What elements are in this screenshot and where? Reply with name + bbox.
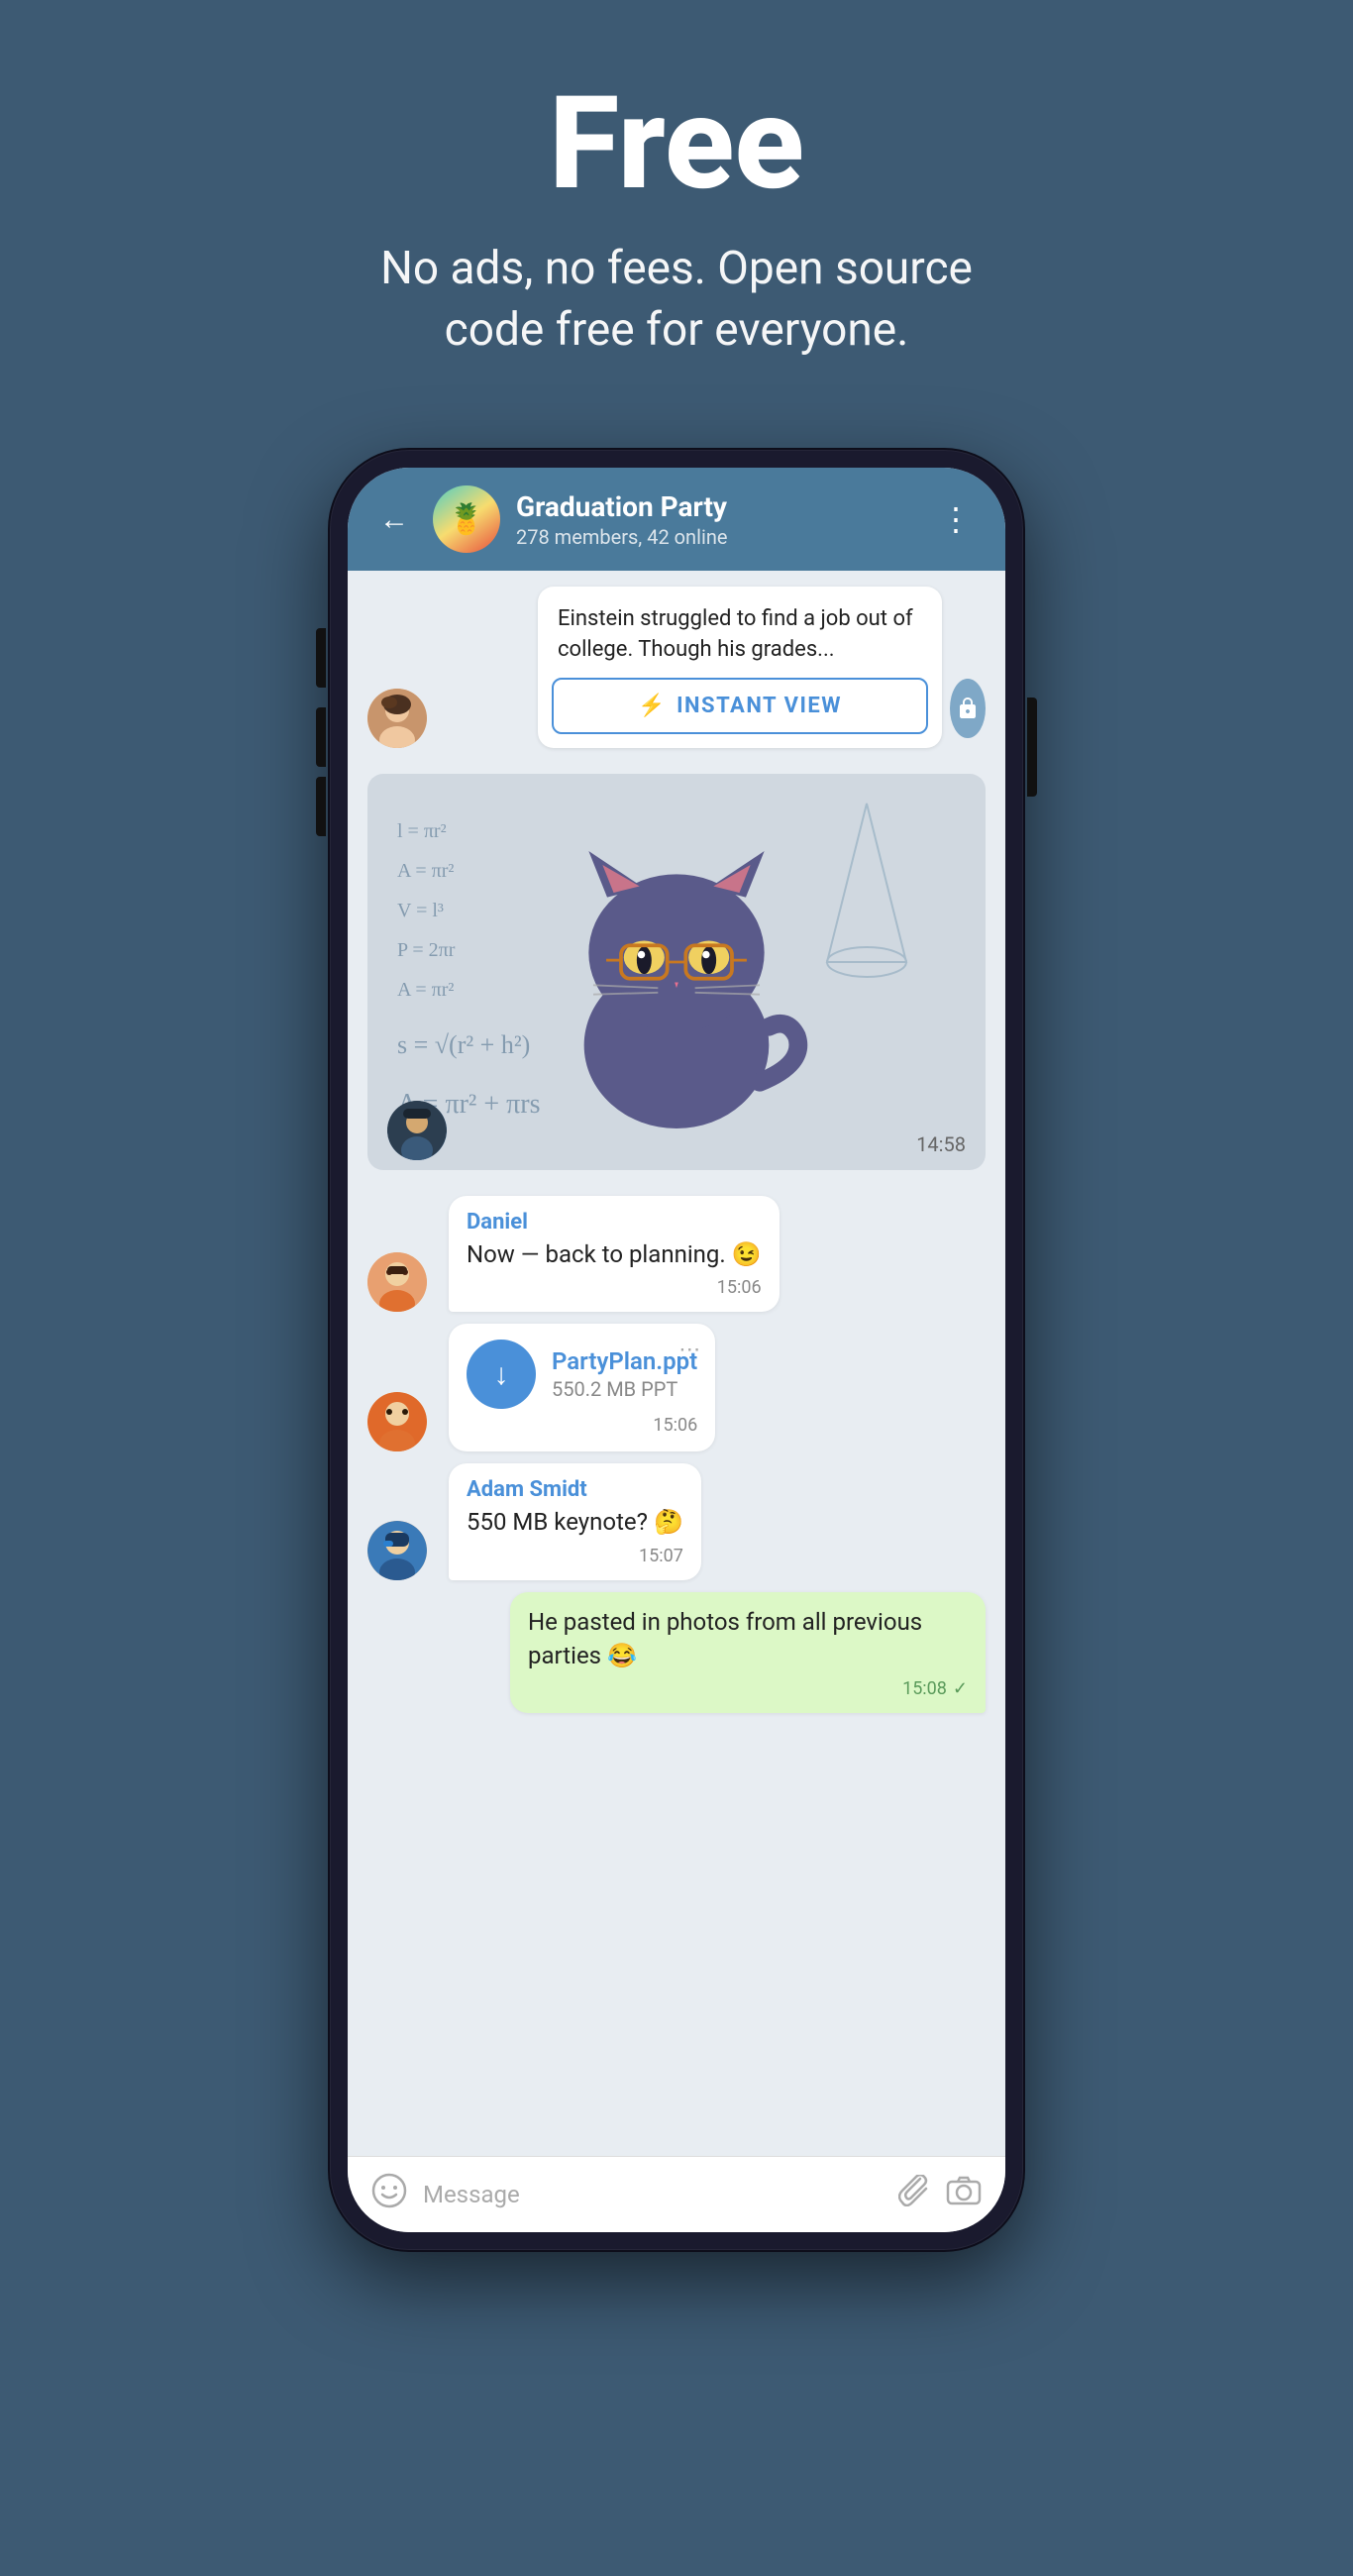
daniel-avatar (367, 1252, 427, 1312)
outgoing-message-time: 15:08 (902, 1678, 947, 1699)
group-avatar: 🍍 (433, 485, 500, 553)
file-sender-avatar (367, 1392, 427, 1451)
adam-avatar (367, 1521, 427, 1580)
daniel-message-bubble: Daniel Now — back to planning. 😉 15:06 (449, 1196, 780, 1313)
sticker-sender-avatar (387, 1101, 447, 1160)
input-bar: Message (348, 2156, 1005, 2232)
outgoing-message-bubble: He pasted in photos from all previous pa… (510, 1592, 986, 1713)
instant-view-button[interactable]: ⚡ INSTANT VIEW (552, 678, 928, 734)
check-mark-icon: ✓ (953, 1678, 968, 1699)
cat-sticker (538, 823, 815, 1121)
chat-body: Einstein struggled to find a job out of … (348, 571, 1005, 2156)
sticker-avatar-image (387, 1101, 447, 1160)
outgoing-message-text: He pasted in photos from all previous pa… (528, 1606, 968, 1672)
group-name: Graduation Party (516, 490, 916, 523)
file-menu-button[interactable]: ⋯ (678, 1338, 701, 1362)
sticker-area: l = πr² A = πr² V = l³ P = 2πr A = πr² s… (367, 774, 986, 1170)
adam-sender-name: Adam Smidt (467, 1477, 683, 1502)
daniel-avatar-image (367, 1252, 427, 1312)
message-row-daniel: Daniel Now — back to planning. 😉 15:06 (367, 1196, 986, 1313)
adam-message-text: 550 MB keynote? 🤔 (467, 1506, 683, 1540)
message-input[interactable]: Message (423, 2181, 883, 2208)
back-button[interactable]: ← (371, 498, 417, 541)
hero-section: Free No ads, no fees. Open sourcecode fr… (341, 0, 1012, 420)
sender-avatar-female (367, 689, 427, 748)
file-name: PartyPlan.ppt (552, 1347, 697, 1375)
outgoing-message-row: He pasted in photos from all previous pa… (367, 1592, 986, 1713)
article-text: Einstein struggled to find a job out of … (538, 587, 942, 678)
file-size: 550.2 MB PPT (552, 1377, 697, 1401)
group-avatar-image: 🍍 (433, 485, 500, 553)
daniel-sender-name: Daniel (467, 1210, 762, 1234)
adam-avatar-image (367, 1521, 427, 1580)
phone-outer: ← 🍍 Graduation Party 278 members, 42 onl… (330, 450, 1023, 2250)
daniel-message-time: 15:06 (717, 1277, 762, 1298)
attach-button[interactable] (898, 2175, 930, 2214)
avatar-image (367, 689, 427, 748)
hero-subtitle: No ads, no fees. Open sourcecode free fo… (380, 238, 973, 361)
adam-message-time: 15:07 (639, 1546, 683, 1566)
header-menu-button[interactable]: ⋮ (932, 496, 982, 542)
article-message-row: Einstein struggled to find a job out of … (367, 587, 986, 748)
share-button[interactable] (950, 679, 986, 738)
adam-message-bubble: Adam Smidt 550 MB keynote? 🤔 15:07 (449, 1463, 701, 1580)
camera-button[interactable] (946, 2173, 982, 2216)
article-message: Einstein struggled to find a job out of … (538, 587, 942, 748)
file-info: PartyPlan.ppt 550.2 MB PPT (552, 1347, 697, 1401)
file-message-time: 15:06 (653, 1415, 697, 1436)
group-info: Graduation Party 278 members, 42 online (516, 490, 916, 549)
bolt-icon: ⚡ (638, 694, 667, 718)
group-members: 278 members, 42 online (516, 525, 916, 549)
phone-mockup: ← 🍍 Graduation Party 278 members, 42 onl… (330, 450, 1023, 2250)
emoji-button[interactable] (371, 2173, 407, 2216)
instant-view-label: INSTANT VIEW (676, 694, 842, 718)
file-download-button[interactable]: ↓ (467, 1340, 536, 1409)
phone-screen: ← 🍍 Graduation Party 278 members, 42 onl… (348, 468, 1005, 2232)
sticker-time: 14:58 (916, 1132, 966, 1156)
file-sender-avatar-image (367, 1392, 427, 1451)
chat-header: ← 🍍 Graduation Party 278 members, 42 onl… (348, 468, 1005, 571)
file-message-row: ⋯ ↓ PartyPlan.ppt 550.2 MB PPT 15:06 (367, 1324, 986, 1451)
hero-title: Free (380, 79, 973, 208)
daniel-message-text: Now — back to planning. 😉 (467, 1238, 762, 1272)
message-row-adam: Adam Smidt 550 MB keynote? 🤔 15:07 (367, 1463, 986, 1580)
file-row: ↓ PartyPlan.ppt 550.2 MB PPT (467, 1340, 697, 1409)
file-message-bubble: ⋯ ↓ PartyPlan.ppt 550.2 MB PPT 15:06 (449, 1324, 715, 1451)
